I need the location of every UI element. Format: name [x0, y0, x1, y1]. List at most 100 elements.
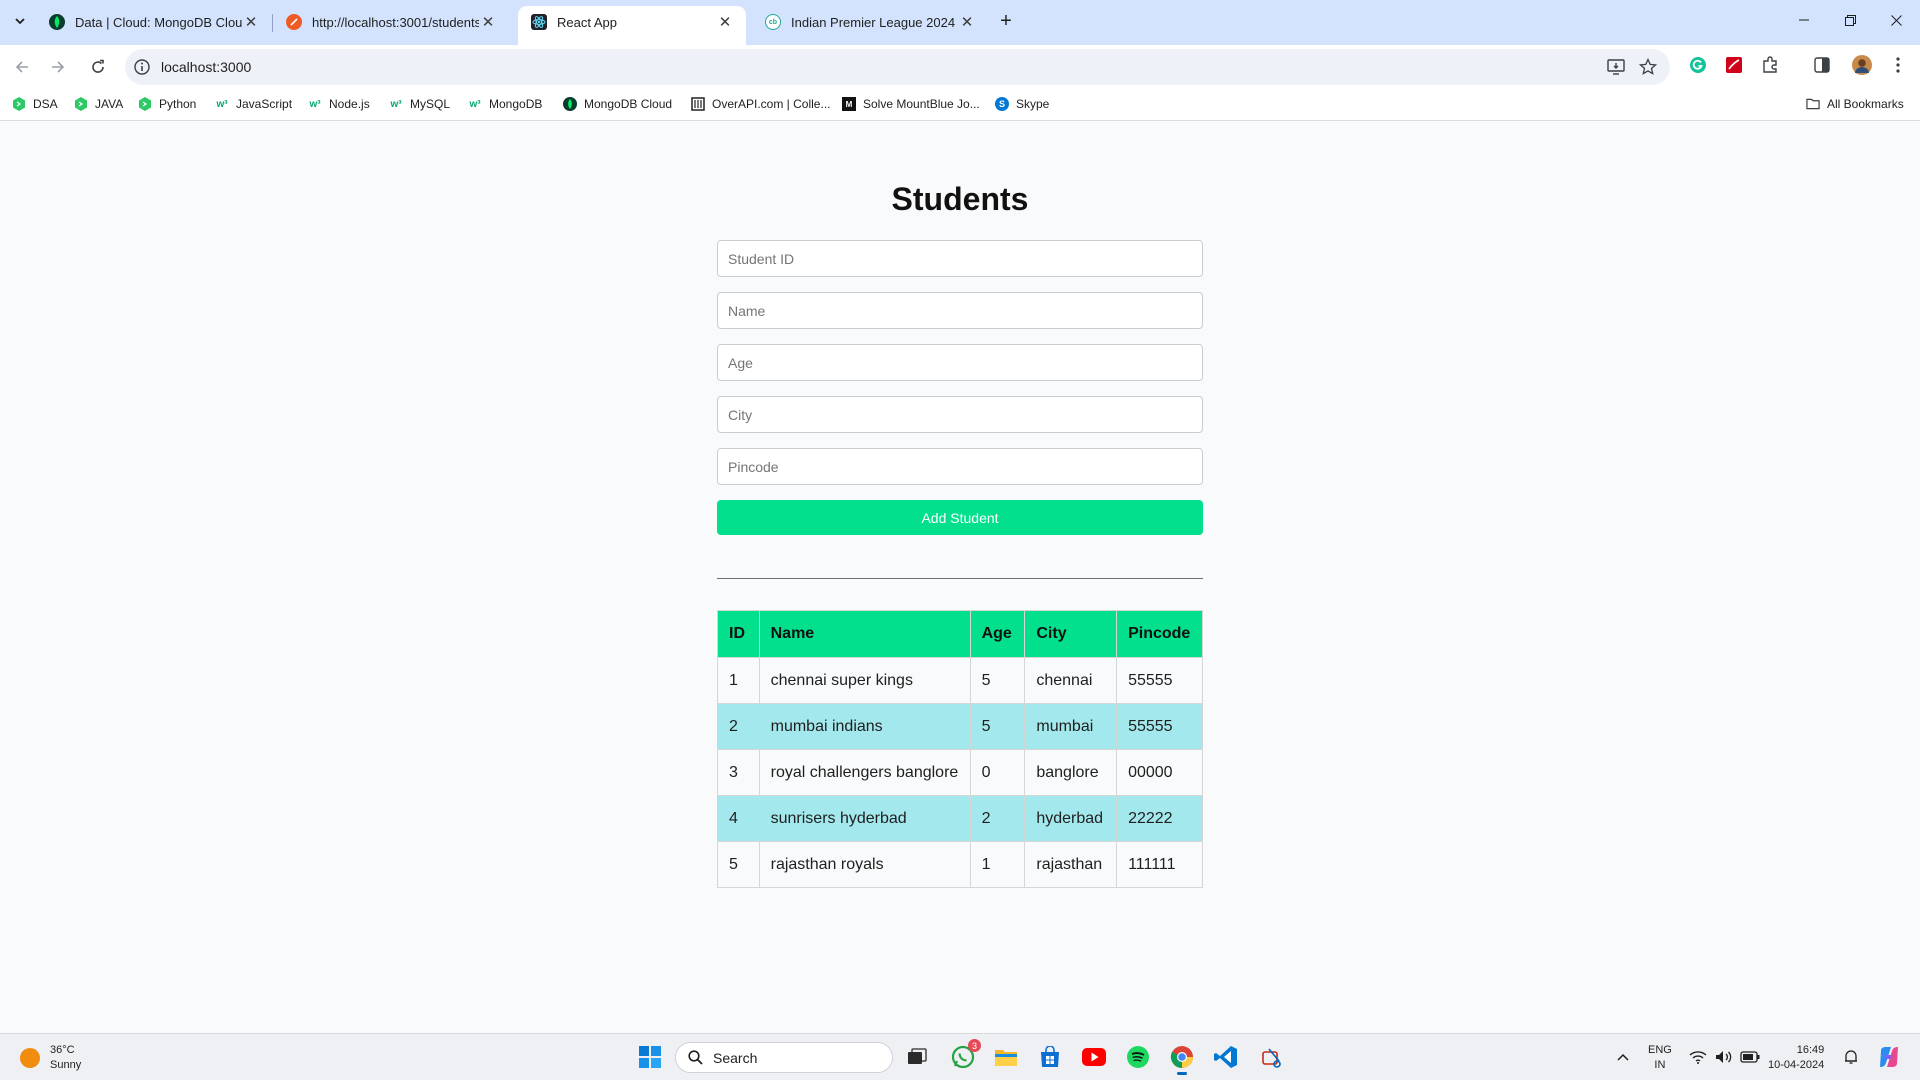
add-student-button[interactable]: Add Student: [717, 500, 1203, 535]
close-icon[interactable]: ✕: [716, 13, 734, 31]
all-bookmarks-label: All Bookmarks: [1827, 97, 1904, 111]
address-bar[interactable]: localhost:3000: [125, 49, 1670, 85]
browser-toolbar: localhost:3000 DSA JAVA Python w³ JavaSc…: [0, 45, 1920, 125]
extensions-puzzle-icon[interactable]: [1760, 55, 1780, 75]
bookmark-label: OverAPI.com | Colle...: [712, 97, 831, 111]
react-icon: [531, 14, 547, 30]
tab-title: Indian Premier League 2024 Po: [791, 14, 958, 30]
bookmark-mongodb[interactable]: w³ MongoDB: [468, 97, 542, 111]
bookmark-star-icon[interactable]: [1638, 57, 1658, 77]
bookmark-label: MongoDB: [489, 97, 543, 111]
table-row: 3 royal challengers banglore 0 banglore …: [717, 749, 1203, 796]
windows-start-icon[interactable]: [637, 1044, 663, 1070]
wifi-icon[interactable]: [1688, 1044, 1708, 1070]
horizontal-rule: [717, 578, 1203, 579]
bookmark-mountblue[interactable]: M Solve MountBlue Jo...: [842, 97, 980, 111]
system-clock[interactable]: 16:49 10-04-2024: [1768, 1043, 1824, 1073]
weather-widget[interactable]: 36°C Sunny: [20, 1043, 81, 1073]
pdf-extension-icon[interactable]: [1724, 55, 1744, 75]
skype-icon: S: [995, 97, 1009, 111]
weather-description: Sunny: [50, 1059, 82, 1071]
cell-name: rajasthan royals: [758, 841, 971, 888]
bookmark-skype[interactable]: S Skype: [995, 97, 1049, 111]
bookmark-dsa[interactable]: DSA: [12, 97, 58, 111]
overapi-icon: [691, 97, 705, 111]
age-input[interactable]: [717, 344, 1203, 381]
close-icon[interactable]: ✕: [958, 13, 976, 31]
task-view-icon[interactable]: [904, 1044, 930, 1070]
show-hidden-icons-chevron-icon[interactable]: [1613, 1044, 1633, 1070]
grammarly-icon[interactable]: [1688, 55, 1708, 75]
student-id-input[interactable]: [717, 240, 1203, 277]
spotify-icon[interactable]: [1125, 1044, 1151, 1070]
side-panel-icon[interactable]: [1812, 55, 1832, 75]
language-indicator[interactable]: ENG IN: [1648, 1043, 1672, 1073]
cell-age: 1: [969, 841, 1026, 888]
pincode-input[interactable]: [717, 448, 1203, 485]
bookmark-mysql[interactable]: w³ MySQL: [389, 97, 450, 111]
tab-localhost-students[interactable]: http://localhost:3001/students ✕: [273, 6, 509, 38]
site-info-icon[interactable]: [133, 58, 151, 76]
cell-id: 1: [717, 657, 760, 704]
new-tab-plus-icon[interactable]: +: [994, 9, 1018, 33]
battery-icon[interactable]: [1740, 1044, 1760, 1070]
bookmark-nodejs[interactable]: w³ Node.js: [308, 97, 369, 111]
cell-city: mumbai: [1024, 703, 1118, 750]
file-explorer-icon[interactable]: [993, 1044, 1019, 1070]
tab-mongodb-cloud[interactable]: Data | Cloud: MongoDB Cloud ✕: [36, 6, 272, 38]
copilot-icon[interactable]: [1876, 1044, 1902, 1070]
clock-date: 10-04-2024: [1768, 1059, 1825, 1071]
close-icon[interactable]: ✕: [479, 13, 497, 31]
vscode-icon[interactable]: [1213, 1044, 1239, 1070]
bookmark-javascript[interactable]: w³ JavaScript: [215, 97, 292, 111]
chrome-icon[interactable]: [1169, 1044, 1195, 1075]
bookmark-label: Python: [159, 97, 197, 111]
cell-pincode: 55555: [1116, 657, 1203, 704]
notification-badge: 3: [968, 1039, 981, 1052]
all-bookmarks-folder[interactable]: All Bookmarks: [1806, 97, 1904, 111]
tab-search-chevron-icon[interactable]: [8, 9, 32, 33]
search-icon: [688, 1050, 703, 1065]
back-arrow-icon[interactable]: [8, 53, 36, 81]
w3schools-icon: w³: [390, 98, 402, 110]
minimize-icon[interactable]: [1781, 0, 1827, 40]
reload-icon[interactable]: [84, 53, 112, 81]
table-row: 5 rajasthan royals 1 rajasthan 111111: [717, 841, 1203, 888]
table-row: 4 sunrisers hyderbad 2 hyderbad 22222: [717, 795, 1203, 842]
restore-icon[interactable]: [1827, 0, 1873, 40]
close-window-icon[interactable]: [1873, 0, 1919, 40]
bookmark-java[interactable]: JAVA: [74, 97, 123, 111]
tab-react-app[interactable]: React App ✕: [518, 6, 746, 45]
page-title: Students: [891, 181, 1029, 217]
bookmark-label: MongoDB Cloud: [584, 97, 673, 111]
bookmark-label: MySQL: [410, 97, 451, 111]
column-header-name: Name: [758, 610, 971, 658]
profile-avatar[interactable]: [1852, 55, 1872, 75]
city-input[interactable]: [717, 396, 1203, 433]
volume-icon[interactable]: [1714, 1044, 1734, 1070]
search-label: Search: [713, 1049, 758, 1066]
students-table: ID Name Age City Pincode 1 chennai super…: [717, 610, 1203, 888]
youtube-icon[interactable]: [1081, 1044, 1107, 1070]
column-header-id: ID: [717, 610, 760, 658]
bookmark-overapi[interactable]: OverAPI.com | Colle...: [691, 97, 830, 111]
snipping-tool-icon[interactable]: [1259, 1044, 1285, 1070]
microsoft-store-icon[interactable]: [1037, 1044, 1063, 1070]
clock-time: 16:49: [1796, 1044, 1825, 1056]
language-secondary: IN: [1654, 1059, 1666, 1071]
more-menu-icon[interactable]: [1888, 55, 1908, 75]
close-icon[interactable]: ✕: [242, 13, 260, 31]
name-input[interactable]: [717, 292, 1203, 329]
tab-ipl-2024[interactable]: cb Indian Premier League 2024 Po ✕: [752, 6, 988, 38]
tab-title: Data | Cloud: MongoDB Cloud: [75, 14, 242, 30]
bookmark-python[interactable]: Python: [138, 97, 196, 111]
column-header-age: Age: [969, 610, 1026, 658]
language-primary: ENG: [1648, 1044, 1672, 1056]
whatsapp-icon[interactable]: 3: [950, 1039, 981, 1070]
notification-bell-icon[interactable]: [1841, 1044, 1861, 1070]
forward-arrow-icon[interactable]: [44, 53, 72, 81]
postman-icon: [286, 14, 302, 30]
taskbar-search[interactable]: Search: [675, 1042, 893, 1073]
install-app-icon[interactable]: [1606, 57, 1626, 77]
bookmark-mongodb-cloud[interactable]: MongoDB Cloud: [563, 97, 672, 111]
